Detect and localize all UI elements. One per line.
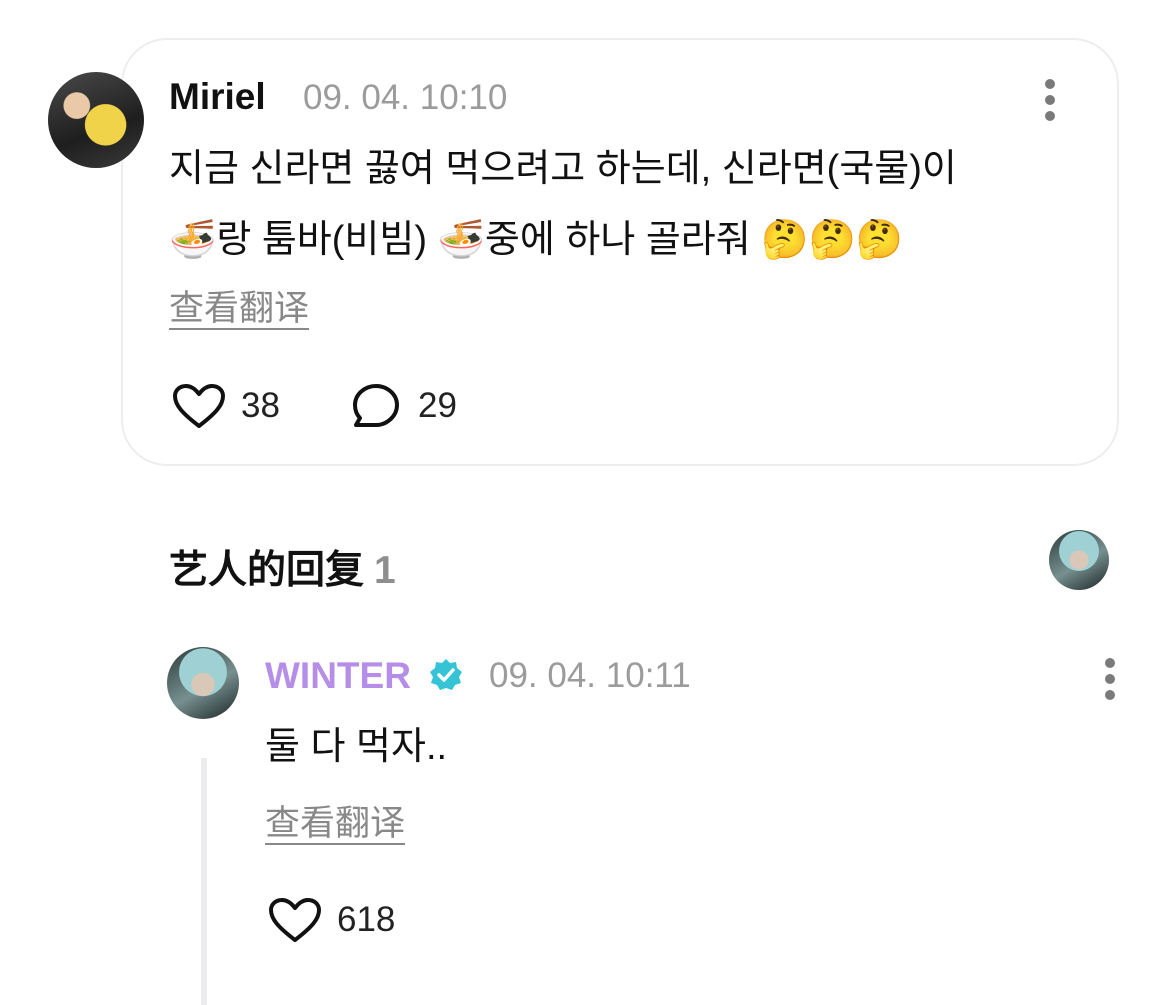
ramen-emoji-icon: 🍜 <box>437 217 485 261</box>
reply-translate-link[interactable]: 查看翻译 <box>265 795 405 846</box>
avatar-miriel[interactable] <box>48 72 144 168</box>
artist-replies-heading: 艺人的回复 1 <box>169 549 396 592</box>
ramen-emoji-icon: 🍜 <box>169 217 217 261</box>
comment-bubble-icon[interactable] <box>351 382 401 430</box>
reply-timestamp: 09. 04. 10:11 <box>489 656 691 695</box>
reply-body: 둘 다 먹자.. <box>265 726 448 768</box>
thread-line <box>201 758 207 1005</box>
comment-translate-link[interactable]: 查看翻译 <box>169 280 309 331</box>
heart-icon[interactable] <box>172 383 226 429</box>
artist-avatar-small[interactable] <box>1049 530 1109 590</box>
comment-line-2: 🍜랑 툼바(비빔) 🍜중에 하나 골라줘 🤔🤔🤔 <box>169 217 904 261</box>
reply-more-icon[interactable] <box>1104 658 1116 706</box>
comment-reply-count: 29 <box>418 386 457 425</box>
comment-line-1: 지금 신라면 끓여 먹으려고 하는데, 신라면(국물)이 <box>169 148 957 190</box>
reply-like-count: 618 <box>337 900 396 939</box>
comment-more-icon[interactable] <box>1044 79 1056 127</box>
heart-icon[interactable] <box>268 897 322 943</box>
reply-username[interactable]: WINTER <box>265 655 411 697</box>
comment-timestamp: 09. 04. 10:10 <box>303 78 508 117</box>
artist-replies-count: 1 <box>374 549 396 592</box>
verified-badge-icon <box>430 659 462 690</box>
thinking-face-emoji-icon: 🤔🤔🤔 <box>761 217 904 261</box>
comment-body: 지금 신라면 끓여 먹으려고 하는데, 신라면(국물)이 🍜랑 툼바(비빔) 🍜… <box>169 134 957 275</box>
avatar-winter[interactable] <box>167 647 239 719</box>
comment-like-count: 38 <box>241 386 280 425</box>
comment-username[interactable]: Miriel <box>169 76 266 118</box>
